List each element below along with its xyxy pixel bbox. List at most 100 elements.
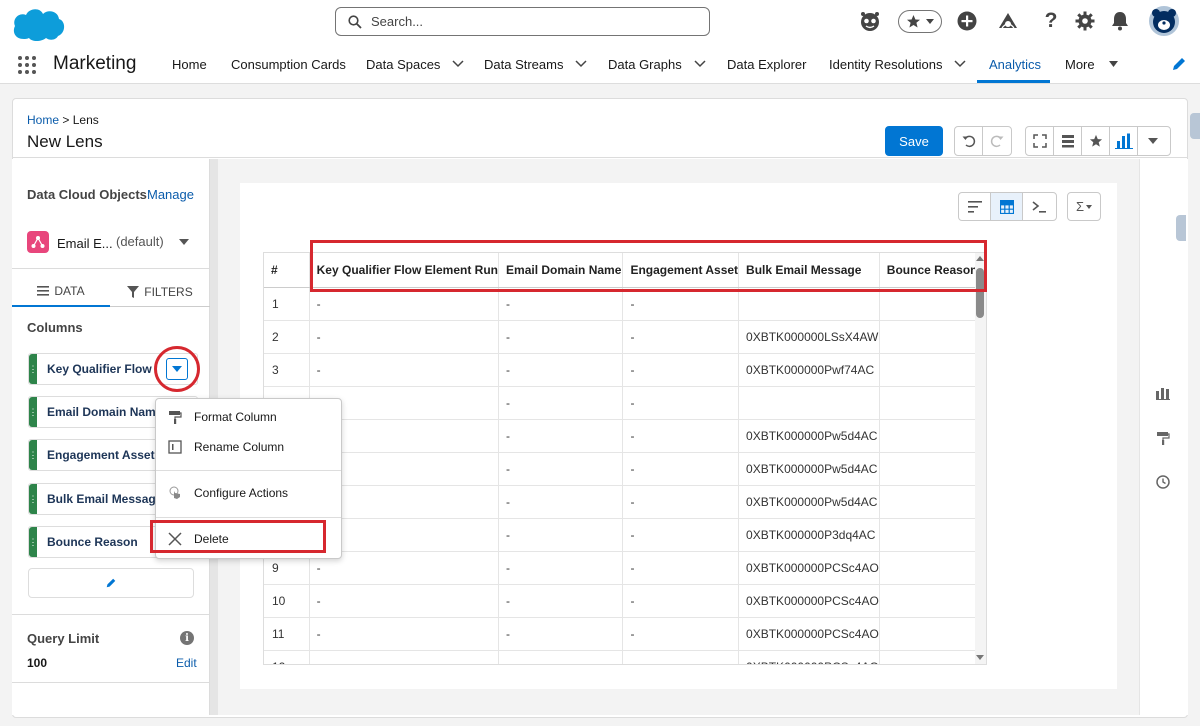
- table-cell[interactable]: -: [622, 386, 740, 420]
- table-cell[interactable]: [879, 419, 986, 453]
- collapse-tab-icon[interactable]: [1176, 215, 1186, 241]
- star-icon[interactable]: [1082, 127, 1110, 155]
- table-cell[interactable]: -: [309, 584, 500, 618]
- chevron-down-icon[interactable]: [452, 60, 464, 68]
- table-cell[interactable]: [498, 650, 624, 664]
- menu-item-format-column[interactable]: Format Column: [156, 403, 341, 431]
- table-cell[interactable]: [879, 518, 986, 552]
- table-cell[interactable]: [879, 386, 986, 420]
- row-number-cell[interactable]: 3: [264, 353, 310, 387]
- data-object-name[interactable]: Email E...: [57, 236, 113, 251]
- table-cell[interactable]: 0XBTK000000LSsX4AW: [738, 320, 880, 354]
- table-cell[interactable]: -: [622, 353, 740, 387]
- table-cell[interactable]: -: [498, 353, 624, 387]
- sigma-icon[interactable]: Σ: [1068, 193, 1100, 220]
- nav-item-home[interactable]: Home: [172, 44, 207, 84]
- nav-item-analytics[interactable]: Analytics: [989, 44, 1041, 84]
- scroll-down-icon[interactable]: [976, 655, 984, 660]
- table-cell[interactable]: [738, 386, 880, 420]
- table-cell[interactable]: -: [622, 485, 740, 519]
- breadcrumb-home-link[interactable]: Home: [27, 113, 59, 127]
- table-cell[interactable]: [879, 452, 986, 486]
- settings-icon[interactable]: [1074, 10, 1096, 32]
- table-cell[interactable]: [309, 650, 500, 664]
- drag-handle-icon[interactable]: ⋮: [29, 354, 38, 384]
- table-cell[interactable]: -: [309, 320, 500, 354]
- nav-item-data-spaces[interactable]: Data Spaces: [366, 44, 464, 84]
- nav-item-more[interactable]: More: [1065, 44, 1118, 84]
- info-icon[interactable]: i: [180, 631, 194, 645]
- table-cell[interactable]: 0XBTK000000Pw5d4AC: [738, 452, 880, 486]
- table-cell[interactable]: 0XBTK000000P3dq4AC: [738, 518, 880, 552]
- row-number-cell[interactable]: 1: [264, 287, 310, 321]
- table-cell[interactable]: -: [622, 518, 740, 552]
- table-cell[interactable]: -: [498, 518, 624, 552]
- bar-chart-icon[interactable]: [1154, 384, 1172, 402]
- table-cell[interactable]: -: [622, 419, 740, 453]
- row-number-cell[interactable]: 11: [264, 617, 310, 651]
- chevron-down-icon[interactable]: [694, 60, 706, 68]
- favorites-icon[interactable]: [898, 10, 942, 33]
- table-cell[interactable]: [879, 617, 986, 651]
- tab-filters[interactable]: FILTERS: [110, 277, 210, 307]
- chart-icon[interactable]: [1110, 127, 1138, 155]
- query-limit-edit-link[interactable]: Edit: [176, 656, 197, 670]
- table-cell[interactable]: -: [309, 617, 500, 651]
- chevron-down-icon[interactable]: [954, 60, 966, 68]
- table-cell[interactable]: 0XBTK000000Pwf74AC: [738, 353, 880, 387]
- chevron-down-icon[interactable]: [1138, 127, 1168, 155]
- menu-item-configure-actions[interactable]: Configure Actions: [156, 479, 341, 507]
- nav-item-data-graphs[interactable]: Data Graphs: [608, 44, 706, 84]
- grid-icon[interactable]: [991, 193, 1023, 220]
- table-cell[interactable]: -: [622, 320, 740, 354]
- table-cell[interactable]: -: [498, 419, 624, 453]
- stack-icon[interactable]: [1054, 127, 1082, 155]
- terminal-icon[interactable]: [1023, 193, 1055, 220]
- table-cell[interactable]: 0XBTK000000Pw5d4AC: [738, 419, 880, 453]
- drag-handle-icon[interactable]: ⋮: [29, 484, 38, 514]
- redo-icon[interactable]: [983, 127, 1011, 155]
- table-cell[interactable]: -: [622, 551, 740, 585]
- add-icon[interactable]: [956, 10, 978, 32]
- nav-item-data-streams[interactable]: Data Streams: [484, 44, 588, 84]
- table-cell[interactable]: -: [622, 452, 740, 486]
- table-cell[interactable]: 0XBTK000000PCSc4AO: [738, 551, 880, 585]
- table-cell[interactable]: [879, 650, 986, 664]
- tab-data[interactable]: DATA: [12, 277, 110, 307]
- drag-handle-icon[interactable]: ⋮: [29, 527, 38, 557]
- table-cell[interactable]: -: [498, 551, 624, 585]
- manage-link[interactable]: Manage: [147, 187, 194, 202]
- trailhead-icon[interactable]: [997, 10, 1019, 32]
- table-cell[interactable]: -: [498, 485, 624, 519]
- einstein-icon[interactable]: [859, 10, 881, 32]
- fullscreen-icon[interactable]: [1026, 127, 1054, 155]
- table-cell[interactable]: -: [498, 386, 624, 420]
- nav-item-data-explorer[interactable]: Data Explorer: [727, 44, 806, 84]
- chevron-down-icon[interactable]: [179, 239, 189, 245]
- sort-icon[interactable]: [959, 193, 991, 220]
- collapse-tab-icon[interactable]: [1190, 113, 1200, 139]
- table-cell[interactable]: [879, 320, 986, 354]
- global-search-box[interactable]: Search...: [335, 7, 710, 36]
- drag-handle-icon[interactable]: ⋮: [29, 397, 38, 427]
- help-icon[interactable]: ?: [1040, 9, 1062, 32]
- table-cell[interactable]: -: [309, 353, 500, 387]
- app-launcher-icon[interactable]: [17, 55, 37, 75]
- clock-icon[interactable]: [1154, 473, 1172, 491]
- table-cell[interactable]: 0XBTK000000PCSc4AO: [738, 584, 880, 618]
- table-cell[interactable]: -: [498, 320, 624, 354]
- row-number-cell[interactable]: 12: [264, 650, 310, 664]
- row-number-cell[interactable]: 2: [264, 320, 310, 354]
- table-cell[interactable]: [879, 551, 986, 585]
- table-cell[interactable]: -: [498, 617, 624, 651]
- edit-columns-button[interactable]: [28, 568, 194, 598]
- chevron-down-icon[interactable]: [575, 60, 588, 68]
- paint-roller-icon[interactable]: [1154, 429, 1172, 447]
- drag-handle-icon[interactable]: ⋮: [29, 440, 38, 470]
- table-cell[interactable]: [879, 584, 986, 618]
- table-cell[interactable]: [879, 353, 986, 387]
- nav-item-identity-resolutions[interactable]: Identity Resolutions: [829, 44, 966, 84]
- table-cell[interactable]: 0XBTK000000PCSc4AO: [738, 617, 880, 651]
- column-header[interactable]: #: [264, 253, 310, 288]
- undo-icon[interactable]: [955, 127, 983, 155]
